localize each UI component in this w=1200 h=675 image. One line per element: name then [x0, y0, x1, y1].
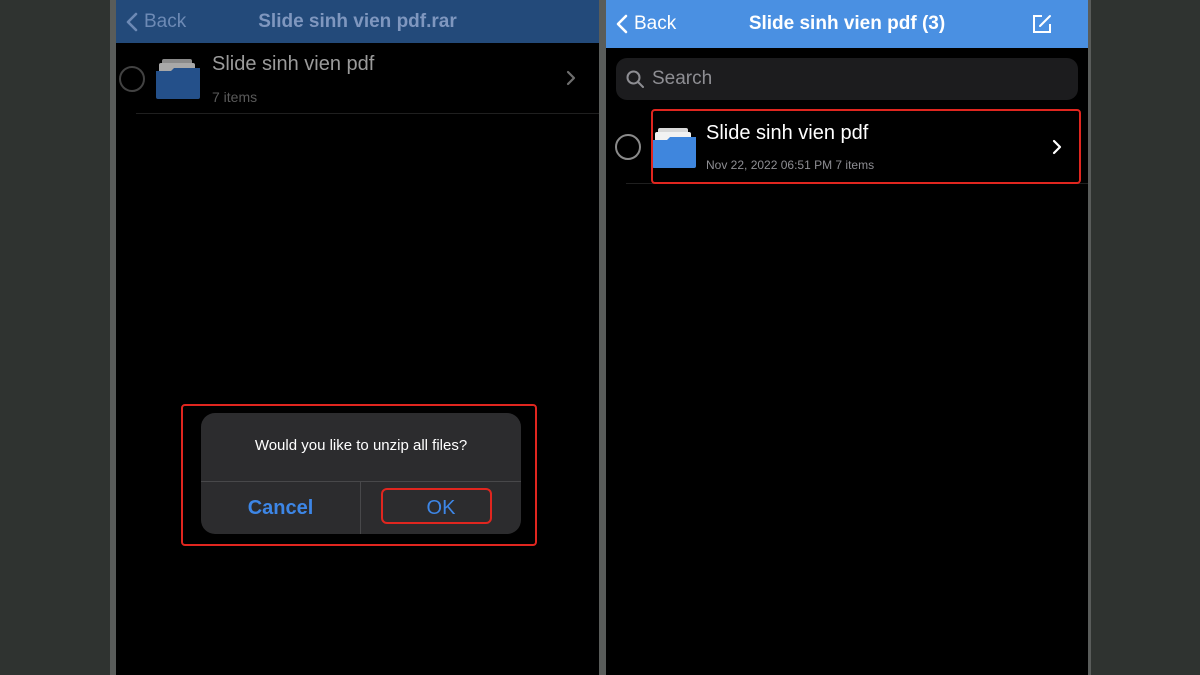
left-folder-row[interactable]: Slide sinh vien pdf 7 items [116, 48, 599, 114]
search-bar[interactable] [616, 58, 1078, 100]
left-page-title: Slide sinh vien pdf.rar [258, 10, 457, 32]
left-folder-subtitle: 7 items [212, 89, 258, 105]
unzip-dialog: Would you like to unzip all files? Cance… [201, 413, 521, 534]
dialog-message: Would you like to unzip all files? [254, 437, 468, 454]
right-page-title: Slide sinh vien pdf (3) [748, 13, 946, 34]
left-folder-title: Slide sinh vien pdf [212, 53, 375, 75]
right-back-button[interactable]: Back [616, 0, 676, 48]
compose-icon[interactable] [1030, 12, 1054, 36]
right-folder-title: Slide sinh vien pdf [706, 122, 869, 144]
right-folder-subtitle: Nov 22, 2022 06:51 PM 7 items [706, 158, 875, 172]
search-input[interactable] [652, 68, 1032, 90]
left-navbar: Back Slide sinh vien pdf.rar [116, 0, 599, 43]
row-divider [626, 183, 1088, 184]
right-navbar: Back Slide sinh vien pdf (3) [606, 0, 1088, 48]
folder-icon [652, 128, 696, 168]
row-divider [136, 113, 599, 114]
right-folder-row[interactable]: Slide sinh vien pdf Nov 22, 2022 06:51 P… [606, 112, 1088, 184]
left-back-label: Back [144, 10, 187, 32]
right-screen: Back Slide sinh vien pdf (3) Slide sinh … [600, 0, 1091, 675]
search-icon [626, 70, 644, 88]
cancel-button[interactable]: Cancel [201, 482, 360, 534]
left-back-button[interactable]: Back [126, 0, 186, 43]
right-select-radio[interactable] [615, 134, 641, 160]
ok-button[interactable]: OK [361, 482, 521, 534]
chevron-left-icon [616, 14, 628, 34]
right-back-label: Back [634, 13, 677, 34]
chevron-left-icon [126, 12, 138, 31]
left-screen: Back Slide sinh vien pdf.rar Slide sinh … [110, 0, 603, 675]
folder-icon [156, 59, 200, 99]
chevron-right-icon [566, 70, 576, 86]
chevron-right-icon [1052, 139, 1062, 155]
left-select-radio[interactable] [119, 66, 145, 92]
